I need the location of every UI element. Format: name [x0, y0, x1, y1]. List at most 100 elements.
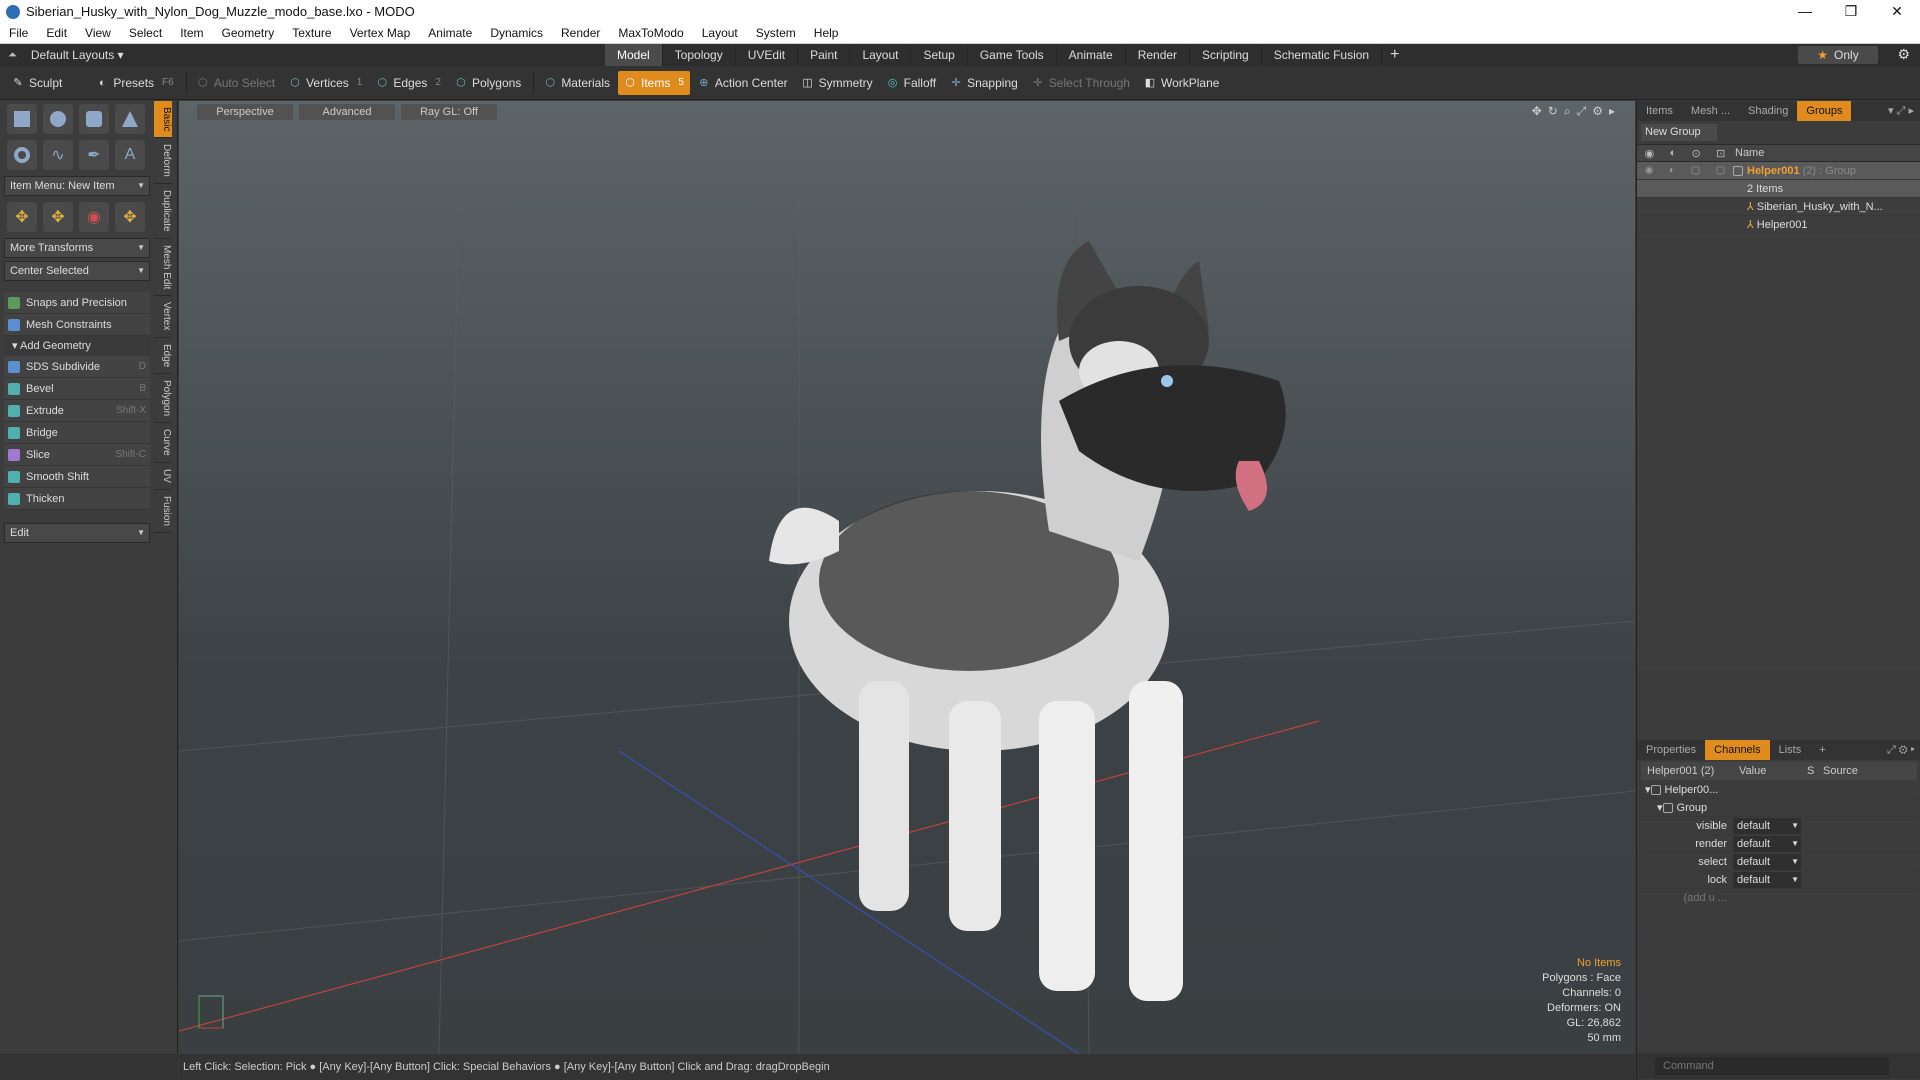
- tab-properties[interactable]: Properties: [1637, 740, 1705, 760]
- fit-icon[interactable]: ⤢: [1577, 104, 1587, 119]
- group-row[interactable]: ◉ ◐ ▢ ▢ Helper001 (2) : Group: [1637, 162, 1920, 180]
- command-input[interactable]: [1655, 1057, 1889, 1075]
- text-tool-icon[interactable]: A: [115, 140, 145, 170]
- menu-animate[interactable]: Animate: [419, 26, 481, 40]
- pen-tool-icon[interactable]: ✒: [79, 140, 109, 170]
- thicken-button[interactable]: Thicken: [4, 488, 150, 510]
- tab-items[interactable]: Items: [1637, 101, 1682, 121]
- visible-value-dropdown[interactable]: default: [1733, 817, 1801, 834]
- vtab-uv[interactable]: UV: [154, 463, 172, 490]
- tab-schematic-fusion[interactable]: Schematic Fusion: [1262, 44, 1383, 66]
- menu-file[interactable]: File: [0, 26, 37, 40]
- snaps-precision-button[interactable]: Snaps and Precision: [4, 292, 150, 314]
- vtab-deform[interactable]: Deform: [154, 138, 172, 185]
- panel-options-icon[interactable]: ⤢ ⚙ ▸: [1887, 744, 1920, 757]
- vtab-mesh-edit[interactable]: Mesh Edit: [154, 239, 172, 297]
- orbit-icon[interactable]: ↻: [1548, 104, 1558, 119]
- viewport-settings-icon[interactable]: ⚙: [1592, 104, 1603, 119]
- edit-dropdown[interactable]: Edit: [4, 523, 150, 543]
- zoom-icon[interactable]: ⌕: [1564, 104, 1571, 119]
- maximize-button[interactable]: ❐: [1828, 0, 1874, 23]
- add-properties-tab-button[interactable]: +: [1810, 740, 1834, 760]
- presets-button[interactable]: ◐ Presets F6: [90, 71, 179, 95]
- render-col-icon[interactable]: ◐: [1670, 147, 1677, 160]
- layout-toggle-icon[interactable]: ⏶: [8, 49, 17, 62]
- default-layouts-dropdown[interactable]: Default Layouts ▾: [31, 48, 124, 62]
- bevel-button[interactable]: Bevel B: [4, 378, 150, 400]
- select-col-icon[interactable]: ⊙: [1692, 147, 1701, 160]
- vtab-fusion[interactable]: Fusion: [154, 490, 172, 533]
- close-button[interactable]: ✕: [1874, 0, 1920, 23]
- menu-texture[interactable]: Texture: [283, 26, 340, 40]
- pan-icon[interactable]: ✥: [1532, 104, 1542, 119]
- tab-layout[interactable]: Layout: [850, 44, 912, 66]
- materials-button[interactable]: ⬡ Materials: [538, 71, 616, 95]
- edges-button[interactable]: ⬡ Edges 2: [370, 71, 447, 95]
- slice-button[interactable]: Slice Shift-C: [4, 444, 150, 466]
- tree-item-husky[interactable]: ⅄ Siberian_Husky_with_N...: [1637, 198, 1920, 216]
- menu-maxtomodo[interactable]: MaxToModo: [609, 26, 692, 40]
- action-center-button[interactable]: ⊕ Action Center: [692, 71, 794, 95]
- perspective-dropdown[interactable]: Perspective: [197, 104, 293, 120]
- only-button[interactable]: ★ Only: [1798, 46, 1878, 64]
- menu-vertex-map[interactable]: Vertex Map: [341, 26, 420, 40]
- render-value-dropdown[interactable]: default: [1733, 835, 1801, 852]
- menu-help[interactable]: Help: [805, 26, 848, 40]
- tab-paint[interactable]: Paint: [798, 44, 851, 66]
- viewport-menu-icon[interactable]: ▸: [1609, 104, 1615, 119]
- vtab-duplicate[interactable]: Duplicate: [154, 184, 172, 239]
- torus-primitive-icon[interactable]: [7, 140, 37, 170]
- transform-tool-icon[interactable]: ✥: [115, 202, 145, 232]
- tab-game-tools[interactable]: Game Tools: [968, 44, 1057, 66]
- workplane-button[interactable]: ◧ WorkPlane: [1138, 71, 1225, 95]
- panel-options-icon[interactable]: ▾ ⤢ ▸: [1888, 104, 1920, 118]
- tree-item-helper[interactable]: ⅄ Helper001: [1637, 216, 1920, 234]
- menu-system[interactable]: System: [747, 26, 805, 40]
- husky-model[interactable]: [769, 241, 1286, 1001]
- bridge-button[interactable]: Bridge: [4, 422, 150, 444]
- tab-uvedit[interactable]: UVEdit: [736, 44, 799, 66]
- menu-render[interactable]: Render: [552, 26, 609, 40]
- menu-layout[interactable]: Layout: [693, 26, 747, 40]
- snapping-button[interactable]: ✛ Snapping: [944, 71, 1024, 95]
- 3d-viewport[interactable]: Perspective Advanced Ray GL: Off ✥ ↻ ⌕ ⤢…: [179, 101, 1635, 1054]
- items-button[interactable]: ⬡ Items 5: [618, 70, 690, 95]
- sphere-primitive-icon[interactable]: [43, 104, 73, 134]
- visibility-col-icon[interactable]: ◉: [1645, 147, 1655, 160]
- smooth-shift-button[interactable]: Smooth Shift: [4, 466, 150, 488]
- select-through-button[interactable]: ✛ Select Through: [1026, 71, 1136, 95]
- channel-group-row[interactable]: ▾ Group: [1641, 799, 1917, 817]
- menu-item[interactable]: Item: [171, 26, 212, 40]
- sds-subdivide-button[interactable]: SDS Subdivide D: [4, 356, 150, 378]
- cylinder-primitive-icon[interactable]: [79, 104, 109, 134]
- tab-lists[interactable]: Lists: [1770, 740, 1811, 760]
- rotate-tool-icon[interactable]: ✥: [43, 202, 73, 232]
- advanced-dropdown[interactable]: Advanced: [299, 104, 395, 120]
- extrude-button[interactable]: Extrude Shift-X: [4, 400, 150, 422]
- tab-mesh[interactable]: Mesh ...: [1682, 101, 1739, 121]
- tab-shading[interactable]: Shading: [1739, 101, 1797, 121]
- cone-primitive-icon[interactable]: [115, 104, 145, 134]
- sculpt-button[interactable]: ✎ Sculpt: [6, 71, 68, 95]
- auto-select-button[interactable]: ⬡ Auto Select: [191, 71, 281, 95]
- lock-col-icon[interactable]: ⊡: [1716, 147, 1725, 160]
- menu-view[interactable]: View: [76, 26, 120, 40]
- minimize-button[interactable]: —: [1782, 0, 1828, 23]
- channel-root-row[interactable]: ▾ Helper00...: [1641, 781, 1917, 799]
- menu-select[interactable]: Select: [120, 26, 171, 40]
- move-tool-icon[interactable]: ✥: [7, 202, 37, 232]
- tab-animate[interactable]: Animate: [1057, 44, 1126, 66]
- gear-icon[interactable]: ⚙: [1897, 46, 1910, 63]
- tab-render[interactable]: Render: [1126, 44, 1191, 66]
- vtab-vertex[interactable]: Vertex: [154, 296, 172, 338]
- cube-primitive-icon[interactable]: [7, 104, 37, 134]
- symmetry-button[interactable]: ◫ Symmetry: [796, 71, 879, 95]
- lock-value-dropdown[interactable]: default: [1733, 871, 1801, 888]
- more-transforms-dropdown[interactable]: More Transforms: [4, 238, 150, 258]
- menu-dynamics[interactable]: Dynamics: [481, 26, 552, 40]
- vtab-basic[interactable]: Basic: [154, 101, 172, 139]
- scale-tool-icon[interactable]: ◉: [79, 202, 109, 232]
- add-tab-button[interactable]: +: [1382, 44, 1407, 66]
- falloff-button[interactable]: ◎ Falloff: [881, 71, 942, 95]
- menu-geometry[interactable]: Geometry: [213, 26, 284, 40]
